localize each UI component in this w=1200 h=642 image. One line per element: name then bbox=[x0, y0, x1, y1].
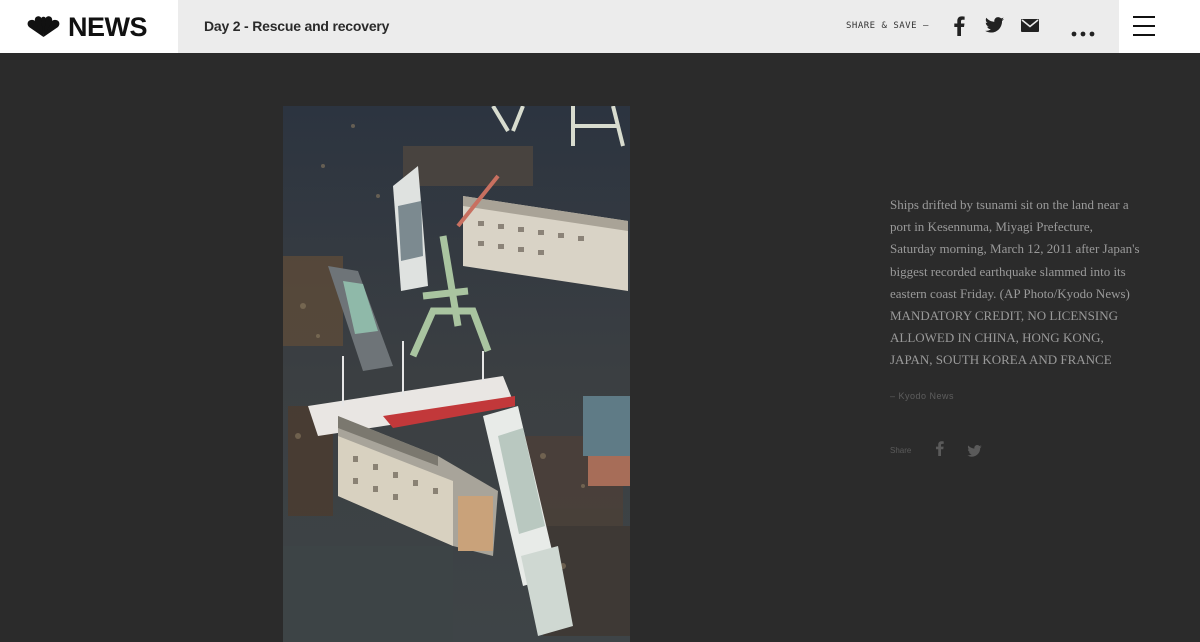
twitter-icon[interactable] bbox=[985, 17, 1004, 38]
facebook-icon[interactable] bbox=[935, 441, 944, 461]
share-save-label[interactable]: SHARE & SAVE – bbox=[846, 21, 929, 31]
story-titlebar: Day 2 - Rescue and recovery SHARE & SAVE… bbox=[178, 0, 1119, 53]
facebook-icon[interactable] bbox=[953, 16, 965, 41]
menu-icon-line bbox=[1133, 34, 1155, 36]
nbc-news-logo[interactable]: NEWS bbox=[25, 11, 148, 42]
menu-icon bbox=[1133, 16, 1155, 18]
more-icon[interactable] bbox=[1071, 24, 1095, 42]
slideshow-photo[interactable] bbox=[283, 106, 630, 642]
story-title[interactable]: Day 2 - Rescue and recovery bbox=[204, 18, 389, 34]
peacock-icon bbox=[27, 16, 60, 37]
email-icon[interactable] bbox=[1021, 19, 1039, 37]
menu-button[interactable] bbox=[1119, 0, 1200, 53]
photo-caption: Ships drifted by tsunami sit on the land… bbox=[890, 197, 1140, 368]
menu-icon-line bbox=[1133, 25, 1155, 27]
twitter-icon[interactable] bbox=[967, 444, 982, 462]
site-header: NEWS Day 2 - Rescue and recovery SHARE &… bbox=[0, 0, 1200, 53]
logo-text: NEWS bbox=[68, 11, 148, 42]
photo-credit: – Kyodo News bbox=[890, 391, 955, 401]
share-label: Share bbox=[890, 446, 912, 455]
